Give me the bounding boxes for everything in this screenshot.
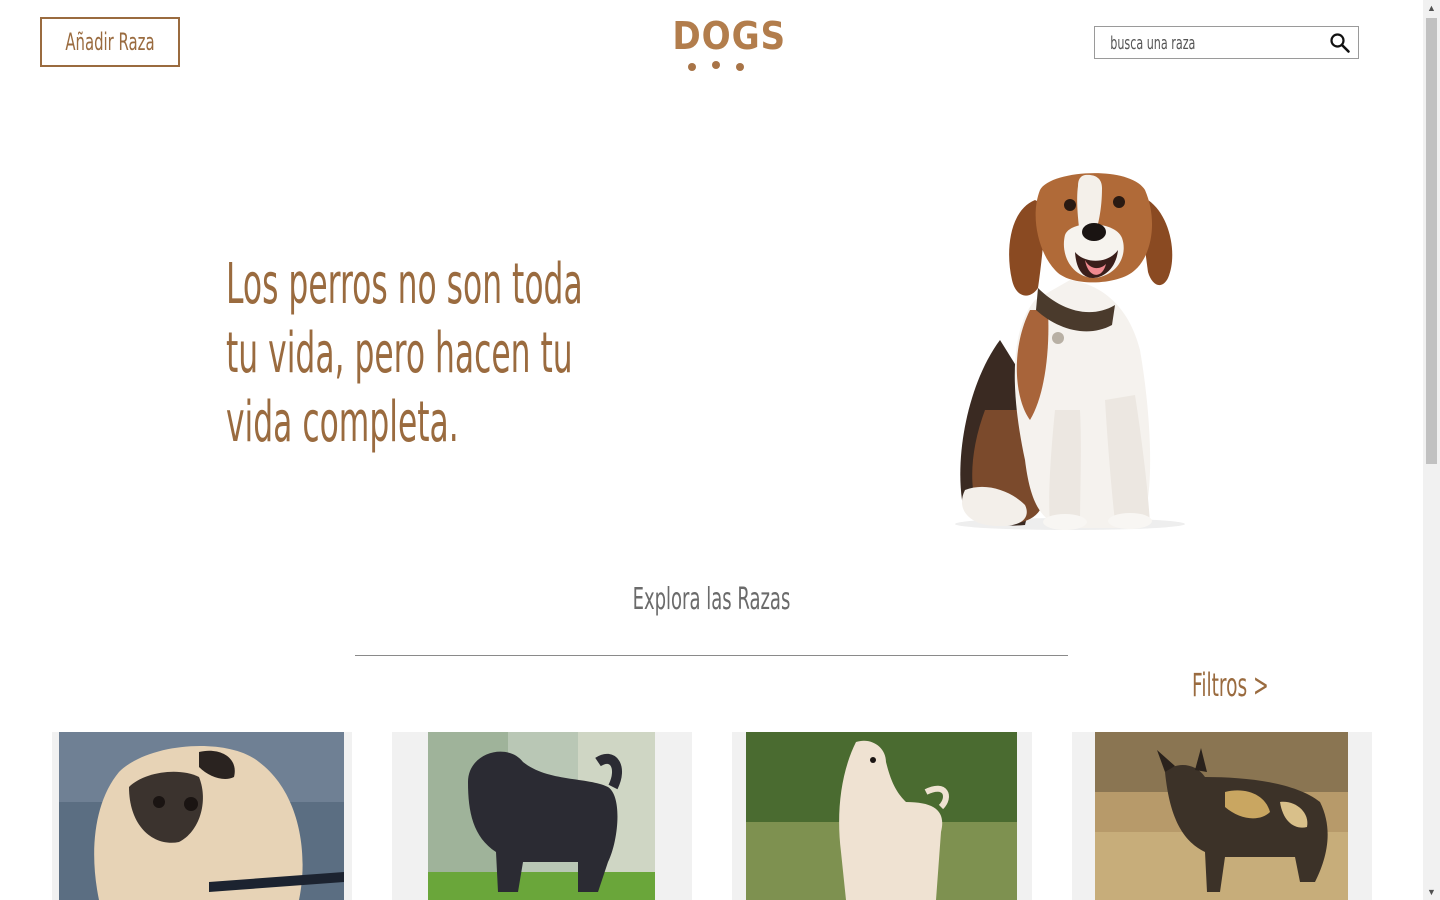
hero-quote-line-1: Los perros no son toda: [226, 252, 583, 317]
logo[interactable]: DOGS: [666, 14, 785, 74]
add-breed-label: Añadir Raza: [65, 28, 155, 56]
search-icon[interactable]: [1329, 32, 1351, 54]
scroll-thumb[interactable]: [1426, 18, 1437, 464]
hero-quote-line-3: vida completa.: [226, 390, 459, 455]
add-breed-button[interactable]: Añadir Raza: [40, 17, 180, 67]
breed-card-affenpinscher[interactable]: [392, 732, 692, 900]
section-divider: [355, 655, 1068, 656]
section-title: Explora las Razas: [0, 582, 1423, 617]
page-scrollbar[interactable]: ▲ ▼: [1423, 0, 1440, 900]
filters-label: Filtros >: [1192, 666, 1269, 704]
hero-quote: Los perros no son toda tu vida, pero hac…: [226, 250, 646, 457]
explore-title: Explora las Razas: [632, 582, 791, 617]
breed-card-pug[interactable]: [52, 732, 352, 900]
pug-photo: [59, 732, 344, 900]
filters-link[interactable]: Filtros >: [1192, 666, 1324, 704]
breed-card-afghan-hound[interactable]: [732, 732, 1032, 900]
scroll-down-arrow-icon[interactable]: ▼: [1423, 884, 1440, 900]
search-box: [1094, 26, 1359, 59]
paw-dots-icon: [686, 61, 746, 71]
scroll-up-arrow-icon[interactable]: ▲: [1423, 0, 1440, 16]
affenpinscher-photo: [428, 732, 655, 900]
breed-card-african-wild-dog[interactable]: [1072, 732, 1372, 900]
beagle-image: [955, 173, 1185, 530]
logo-text: DOGS: [672, 14, 787, 58]
hero-quote-line-2: tu vida, pero hacen tu: [226, 321, 573, 386]
search-input[interactable]: [1109, 30, 1236, 56]
afghan-hound-photo: [746, 732, 1017, 900]
african-wild-dog-photo: [1095, 732, 1348, 900]
